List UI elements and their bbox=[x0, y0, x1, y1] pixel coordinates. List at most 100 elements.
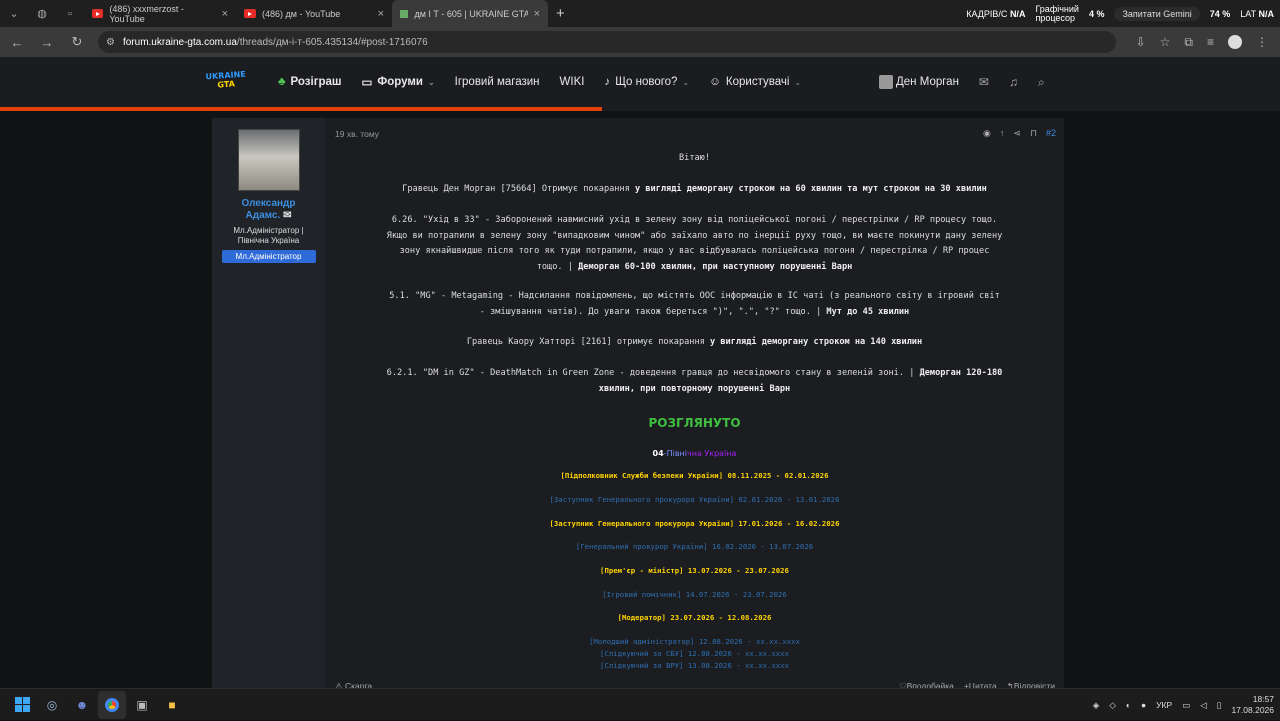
nav-shop[interactable]: Ігровий магазин bbox=[455, 76, 540, 88]
app-window-icon[interactable]: ▣ bbox=[128, 691, 156, 719]
browser-tab-1[interactable]: (486) xxxmerzost - YouTube × bbox=[84, 0, 236, 27]
nav-forums[interactable]: ▭ Форуми ⌄ bbox=[362, 75, 435, 89]
site-logo[interactable]: UKRAINE GTA bbox=[205, 70, 246, 95]
language-indicator[interactable]: УКР bbox=[1156, 700, 1172, 710]
nav-giveaway[interactable]: ♣ Розіграш bbox=[278, 76, 342, 88]
tray-icon[interactable]: ◐ bbox=[1126, 700, 1131, 710]
tab-globe-icon[interactable]: ◍ bbox=[28, 0, 56, 27]
close-tab-icon[interactable]: × bbox=[534, 8, 540, 20]
search-icon[interactable]: ⌕ bbox=[1038, 75, 1045, 90]
chevron-down-icon[interactable]: ⌄ bbox=[794, 78, 801, 87]
comment-icon: ▭ bbox=[361, 77, 373, 89]
start-button[interactable] bbox=[8, 691, 36, 719]
windows-icon bbox=[14, 697, 30, 712]
steam-icon[interactable]: ◎ bbox=[38, 691, 66, 719]
reload-icon[interactable]: ↻ bbox=[68, 34, 86, 50]
battery-icon[interactable]: ▯ bbox=[1217, 700, 1222, 711]
youtube-icon bbox=[244, 9, 256, 18]
signature-line: [Прем'єр - міністр] 13.07.2026 - 23.07.2… bbox=[600, 566, 789, 575]
chrome-icon[interactable] bbox=[98, 690, 126, 719]
clock[interactable]: 18:57 17.08.2026 bbox=[1231, 694, 1274, 716]
author-name[interactable]: Олександр Адамс. ✉ bbox=[212, 198, 325, 222]
signature-line: [Заступник Генерального прокурора Україн… bbox=[549, 519, 840, 528]
browser-tab-strip: ⌄ ◍ ▫ (486) xxxmerzost - YouTube × (486)… bbox=[0, 0, 1280, 27]
ask-gemini-button[interactable]: Запитати Gemini bbox=[1114, 6, 1200, 21]
palm-icon: ♣ bbox=[278, 76, 286, 88]
post-message: 19 хв. тому ◉ ↑ ⋖ ⊓ #2 Вітаю! Гравець Де… bbox=[325, 118, 1064, 691]
menu-icon[interactable]: ⋮ bbox=[1256, 35, 1268, 49]
address-bar[interactable]: ⚙ forum.ukraine-gta.com.ua/threads/дм-і-… bbox=[98, 31, 1116, 53]
bookmark-star-icon[interactable]: ☆ bbox=[1160, 35, 1171, 49]
signature-heading: 04-Північна Україна bbox=[652, 449, 737, 458]
mic-icon[interactable]: ● bbox=[1141, 700, 1146, 710]
rule-6-26: 6.26. "Ухід в ЗЗ" - Заборонений навмисни… bbox=[386, 215, 1003, 272]
nav-members[interactable]: ☺ Користувачі ⌄ bbox=[709, 76, 801, 88]
signature-line: [Модератор] 23.07.2026 - 12.08.2026 bbox=[617, 613, 772, 622]
upvote-icon[interactable]: ↑ bbox=[1000, 126, 1005, 142]
punishment-2: Гравець Каору Хатторі [2161] отримує пок… bbox=[466, 337, 923, 347]
reaction-icon[interactable]: ◉ bbox=[983, 126, 991, 142]
discord-icon[interactable]: ☻ bbox=[68, 691, 96, 719]
forward-icon[interactable]: → bbox=[38, 35, 56, 50]
post-actions: ◉ ↑ ⋖ ⊓ #2 bbox=[983, 126, 1056, 142]
new-tab-button[interactable]: + bbox=[548, 5, 573, 22]
back-icon[interactable]: ← bbox=[8, 35, 26, 50]
author-badge: Мл.Адміністратор bbox=[221, 250, 316, 263]
site-header: UKRAINE GTA ♣ Розіграш ▭ Форуми ⌄ Ігровий ма… bbox=[0, 57, 1280, 107]
file-explorer-icon[interactable]: ■ bbox=[158, 691, 186, 719]
author-avatar[interactable] bbox=[237, 129, 300, 191]
author-title: Мл.Адміністратор | Північна Україна bbox=[233, 226, 304, 245]
bookmark-icon[interactable]: ⊓ bbox=[1030, 126, 1037, 142]
greeting: Вітаю! bbox=[678, 153, 711, 163]
performance-overlay: КАДРІВ/С N/A Графічний процесор 4 % Запит… bbox=[966, 3, 1274, 23]
chevron-down-icon[interactable]: ⌄ bbox=[428, 78, 435, 87]
post-author-panel: Олександр Адамс. ✉ Мл.Адміністратор | Півн… bbox=[212, 118, 325, 688]
close-tab-icon[interactable]: × bbox=[222, 8, 228, 20]
tab-label: (486) xxxmerzost - YouTube bbox=[109, 3, 184, 24]
status-reviewed: РОЗГЛЯНУТО bbox=[648, 416, 741, 430]
nav-whats-new[interactable]: ♪ Що нового? ⌄ bbox=[604, 76, 689, 88]
reading-list-icon[interactable]: ≡ bbox=[1207, 35, 1214, 49]
network-icon[interactable]: ▭ bbox=[1182, 700, 1190, 711]
forum-post: Олександр Адамс. ✉ Мл.Адміністратор | Півн… bbox=[212, 118, 1064, 691]
site-info-icon[interactable]: ⚙ bbox=[106, 37, 115, 48]
tab-label: (486) дм - YouTube bbox=[262, 8, 341, 19]
user-avatar bbox=[879, 75, 893, 89]
tray-icon[interactable]: ◇ bbox=[1109, 700, 1116, 711]
post-time[interactable]: 19 хв. тому bbox=[335, 127, 379, 143]
nav-wiki[interactable]: WIKI bbox=[560, 76, 585, 88]
signature-line: [Слідкуючий за ВРУ] 13.08.2026 - хх.хх.х… bbox=[600, 661, 789, 670]
alerts-bell-icon[interactable]: ♫ bbox=[1009, 75, 1018, 89]
account-menu[interactable]: Ден Морган bbox=[879, 75, 959, 89]
post-number[interactable]: #2 bbox=[1046, 126, 1056, 142]
rule-5-1: 5.1. "MG" - Metagaming - Надсилання пові… bbox=[389, 291, 1000, 317]
tab-label: дм І Т - 605 | UKRAINE GTA - Ігр bbox=[414, 8, 528, 19]
browser-tab-3-active[interactable]: дм І Т - 605 | UKRAINE GTA - Ігр × bbox=[392, 0, 548, 27]
chevron-down-icon[interactable]: ⌄ bbox=[682, 78, 689, 87]
inbox-icon[interactable]: ✉ bbox=[979, 75, 989, 89]
close-tab-icon[interactable]: × bbox=[378, 8, 384, 20]
user-nav: Ден Морган ✉ ♫ ⌕ bbox=[879, 57, 1045, 107]
windows-taskbar: ◎ ☻ ▣ ■ ◈ ◇ ◐ ● УКР ▭ ◁ ▯ 18:57 17.08.202… bbox=[0, 688, 1280, 720]
tab-nd-icon[interactable]: ▫ bbox=[56, 0, 84, 27]
install-icon[interactable]: ⇩ bbox=[1136, 35, 1146, 49]
signature-line: [Заступник Генерального прокурора Україн… bbox=[549, 495, 840, 504]
system-tray: ◈ ◇ ◐ ● УКР ▭ ◁ ▯ 18:57 17.08.2026 bbox=[1093, 689, 1274, 721]
share-icon[interactable]: ⋖ bbox=[1013, 126, 1021, 142]
profile-avatar[interactable] bbox=[1228, 35, 1242, 49]
signature-line: [Підполковник Служби безпеки України] 08… bbox=[560, 471, 829, 480]
browser-tab-2[interactable]: (486) дм - YouTube × bbox=[236, 0, 392, 27]
volume-icon[interactable]: ◁ bbox=[1200, 700, 1207, 711]
rule-6-2-1: 6.2.1. "DM in GZ" - DeathMatch in Green … bbox=[386, 368, 1003, 394]
signature-line: [Ігровий помічник] 14.07.2026 - 23.07.20… bbox=[602, 590, 787, 599]
main-nav: ♣ Розіграш ▭ Форуми ⌄ Ігровий магазин WIKI … bbox=[278, 57, 801, 107]
youtube-icon bbox=[92, 9, 104, 18]
mail-icon: ✉ bbox=[283, 210, 292, 221]
browser-toolbar: ← → ↻ ⚙ forum.ukraine-gta.com.ua/threads… bbox=[0, 27, 1280, 57]
tab-search-icon[interactable]: ⌄ bbox=[0, 0, 28, 27]
users-icon: ☺ bbox=[709, 76, 721, 88]
site-favicon-icon bbox=[400, 9, 409, 18]
extensions-icon[interactable]: ⧉ bbox=[1184, 35, 1193, 50]
punishment-1: Гравець Ден Морган [75664] Отримує покар… bbox=[402, 184, 987, 194]
tray-icon[interactable]: ◈ bbox=[1093, 700, 1100, 711]
